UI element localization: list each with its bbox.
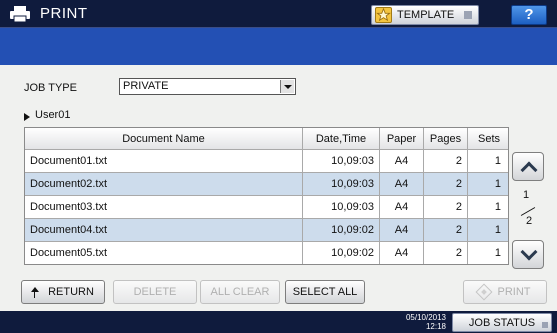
corner-arrow-icon <box>542 322 548 328</box>
total-pages: 2 <box>526 215 533 227</box>
table-row[interactable]: Document02.txt 10,09:03 A4 2 1 <box>25 172 508 195</box>
job-status-label: JOB STATUS <box>468 316 536 329</box>
column-header-paper: Paper <box>379 128 423 149</box>
delete-button[interactable]: DELETE <box>113 280 197 304</box>
template-label: TEMPLATE <box>397 9 455 21</box>
current-page: 1 <box>523 189 530 201</box>
table-row[interactable]: Document04.txt 10,09:02 A4 2 1 <box>25 218 508 241</box>
document-table: Document Name Date,Time Paper Pages Sets… <box>24 127 509 265</box>
column-header-pages: Pages <box>423 128 467 149</box>
cell-sets: 1 <box>467 173 510 195</box>
cell-name: Document05.txt <box>30 247 108 259</box>
cell-pages: 2 <box>423 173 467 195</box>
date-text: 05/10/2013 <box>405 313 446 322</box>
triangle-right-icon <box>24 113 30 121</box>
cell-pages: 2 <box>423 242 467 264</box>
column-header-name: Document Name <box>122 132 205 145</box>
chevron-up-icon <box>520 161 538 179</box>
cell-pages: 2 <box>423 150 467 172</box>
date-time: 05/10/2013 12:18 <box>400 313 446 331</box>
cell-paper: A4 <box>379 219 423 241</box>
all-clear-label: ALL CLEAR <box>210 286 270 298</box>
return-label: RETURN <box>48 286 94 298</box>
header-band <box>0 28 557 65</box>
cell-name: Document02.txt <box>30 178 108 190</box>
cell-paper: A4 <box>379 173 423 195</box>
cell-pages: 2 <box>423 196 467 218</box>
all-clear-button[interactable]: ALL CLEAR <box>200 280 280 304</box>
cell-datetime: 10,09:02 <box>302 242 379 264</box>
cell-sets: 1 <box>467 150 510 172</box>
select-all-label: SELECT ALL <box>292 286 358 298</box>
cell-sets: 1 <box>467 242 510 264</box>
job-type-value: PRIVATE <box>123 80 169 92</box>
cell-name: Document03.txt <box>30 201 108 213</box>
cell-sets: 1 <box>467 219 510 241</box>
page-title: PRINT <box>40 5 88 22</box>
corner-arrow-icon <box>464 11 472 19</box>
print-label: PRINT <box>497 286 531 298</box>
return-button[interactable]: RETURN <box>21 280 105 304</box>
title-bar: PRINT TEMPLATE ? <box>0 0 557 28</box>
cell-name: Document01.txt <box>30 155 108 167</box>
table-row[interactable]: Document05.txt 10,09:02 A4 2 1 <box>25 241 508 264</box>
cell-sets: 1 <box>467 196 510 218</box>
print-button[interactable]: PRINT <box>463 280 547 304</box>
time-text: 12:18 <box>425 322 446 331</box>
star-icon <box>375 7 392 23</box>
column-header-sets: Sets <box>467 128 510 149</box>
job-status-button[interactable]: JOB STATUS <box>452 313 552 332</box>
table-row[interactable]: Document03.txt 10,09:03 A4 2 1 <box>25 195 508 218</box>
cell-datetime: 10,09:03 <box>302 196 379 218</box>
cell-paper: A4 <box>379 196 423 218</box>
delete-label: DELETE <box>133 286 177 298</box>
cell-datetime: 10,09:03 <box>302 173 379 195</box>
job-type-label: JOB TYPE <box>24 82 77 94</box>
return-arrow-icon <box>30 287 40 298</box>
printer-icon <box>10 6 30 22</box>
scroll-down-button[interactable] <box>512 240 544 269</box>
cell-name: Document04.txt <box>30 224 108 236</box>
job-type-select[interactable]: PRIVATE <box>119 78 296 95</box>
help-button[interactable]: ? <box>511 5 547 25</box>
cell-paper: A4 <box>379 150 423 172</box>
template-button[interactable]: TEMPLATE <box>371 5 479 25</box>
column-header-datetime: Date,Time <box>302 128 379 149</box>
table-header: Document Name Date,Time Paper Pages Sets <box>25 128 508 149</box>
cell-pages: 2 <box>423 219 467 241</box>
select-all-button[interactable]: SELECT ALL <box>285 280 365 304</box>
chevron-down-icon[interactable] <box>280 80 294 93</box>
cell-paper: A4 <box>379 242 423 264</box>
diamond-icon <box>475 283 493 301</box>
cell-datetime: 10,09:03 <box>302 150 379 172</box>
scroll-up-button[interactable] <box>512 152 544 181</box>
table-row[interactable]: Document01.txt 10,09:03 A4 2 1 <box>25 149 508 172</box>
cell-datetime: 10,09:02 <box>302 219 379 241</box>
user-name: User01 <box>35 109 71 121</box>
chevron-down-icon <box>520 243 538 261</box>
